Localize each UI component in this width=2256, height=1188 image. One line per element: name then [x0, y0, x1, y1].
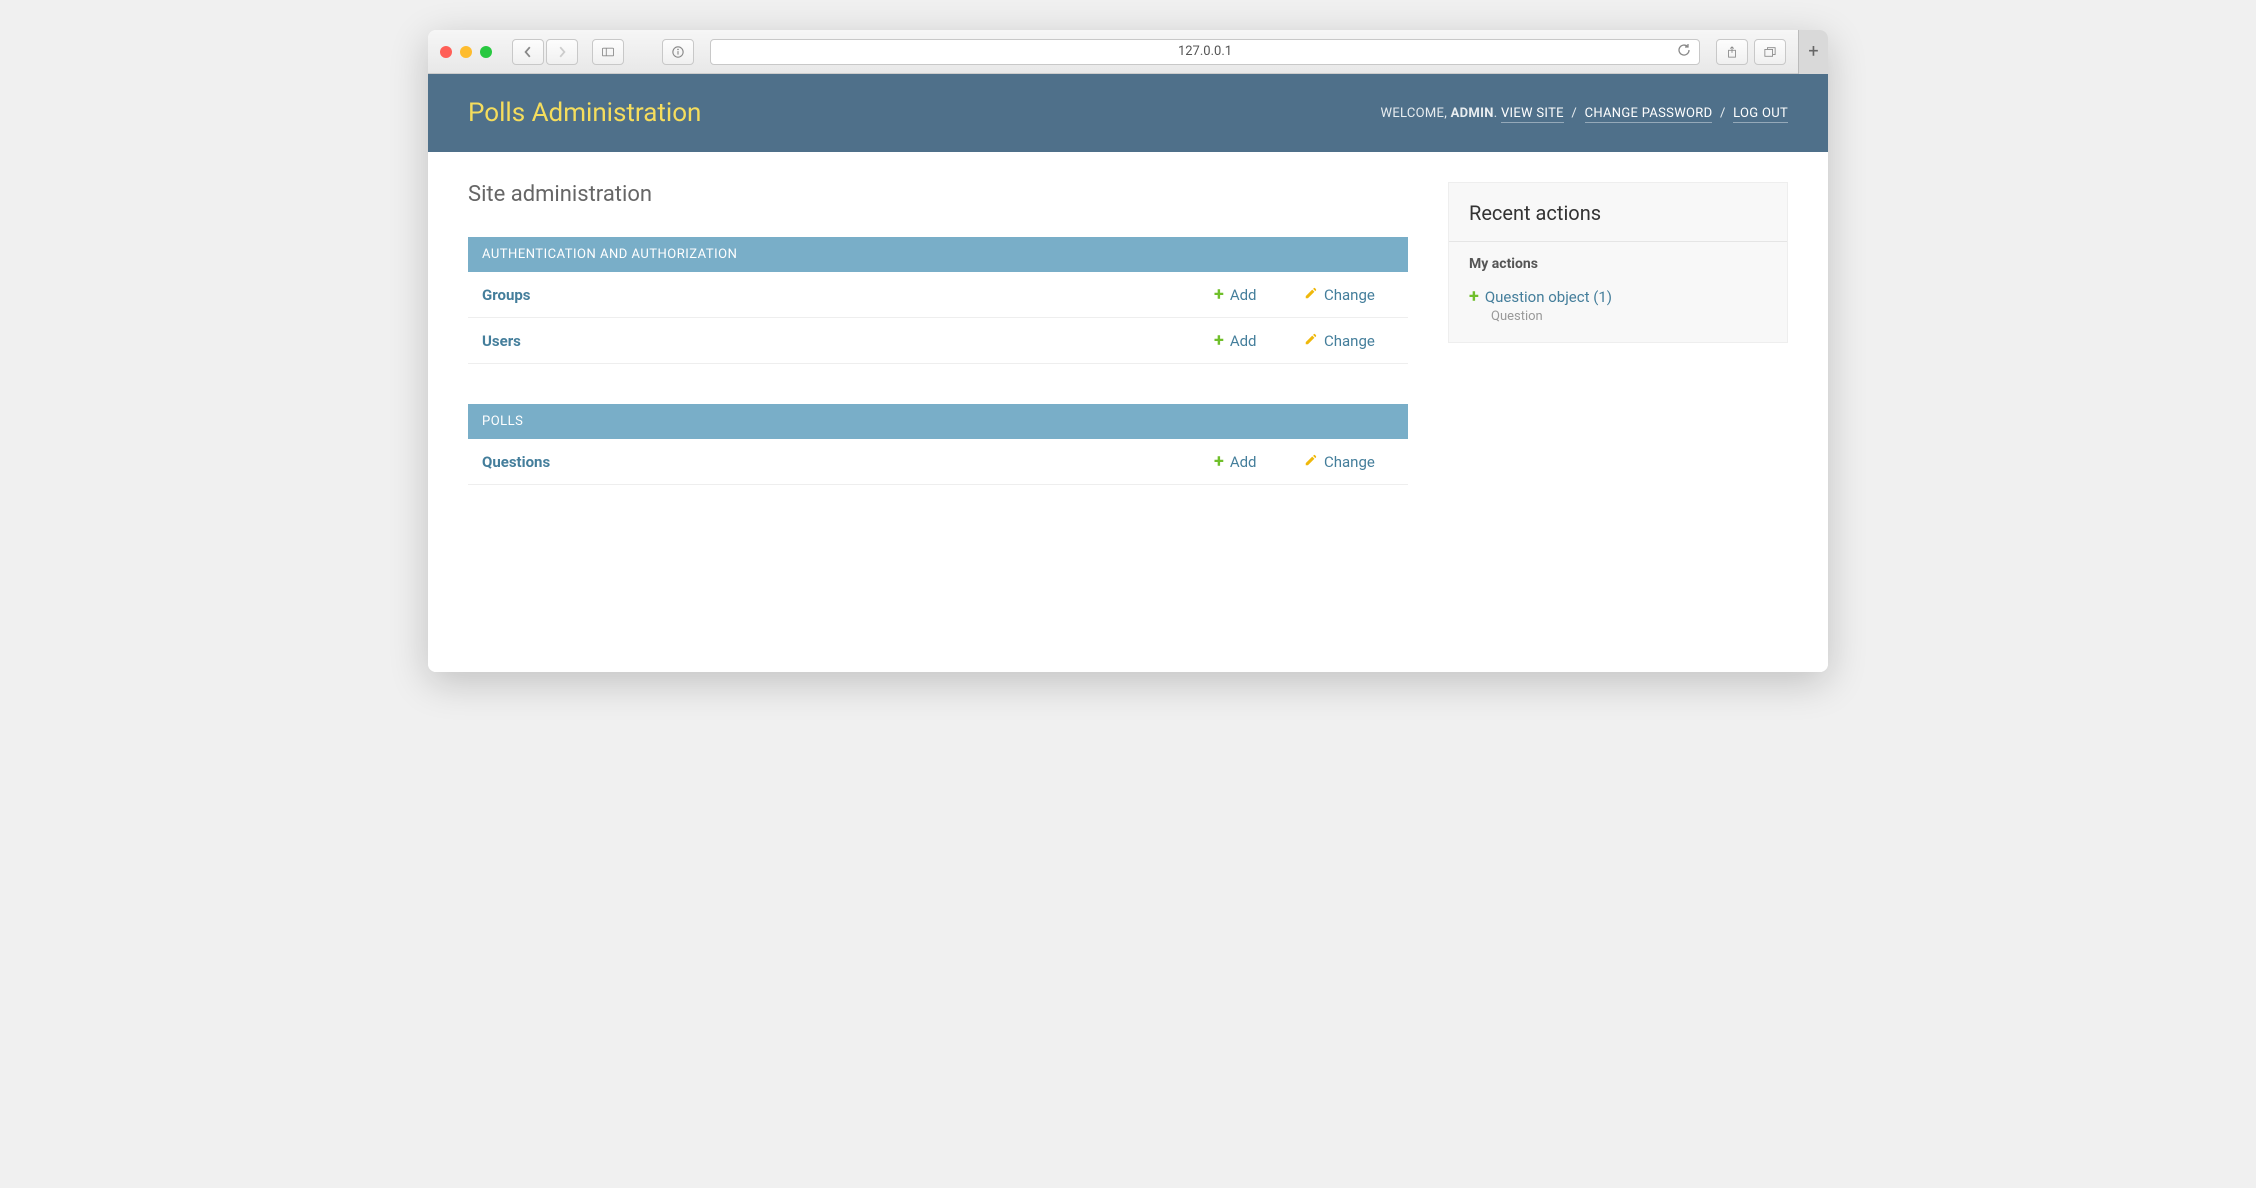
change-label: Change	[1324, 286, 1375, 304]
pencil-icon	[1304, 453, 1318, 471]
url-text: 127.0.0.1	[1178, 44, 1232, 59]
model-link[interactable]: Groups	[482, 286, 1214, 304]
main-column: Site administration AUTHENTICATION AND A…	[468, 182, 1408, 612]
separator: /	[1571, 106, 1577, 121]
module-header: AUTHENTICATION AND AUTHORIZATION	[468, 237, 1408, 272]
info-icon	[672, 46, 684, 58]
site-title[interactable]: Polls Administration	[468, 98, 701, 128]
add-link[interactable]: + Add	[1214, 451, 1304, 472]
model-row-questions: Questions + Add Change	[468, 439, 1408, 485]
sidebar-heading: Recent actions	[1449, 183, 1787, 241]
add-link[interactable]: + Add	[1214, 330, 1304, 351]
chevron-right-icon	[556, 46, 568, 58]
admin-body: Site administration AUTHENTICATION AND A…	[428, 152, 1828, 672]
change-label: Change	[1324, 453, 1375, 471]
change-link[interactable]: Change	[1304, 286, 1394, 304]
new-tab-button[interactable]: +	[1798, 30, 1828, 74]
close-window-button[interactable]	[440, 46, 452, 58]
admin-header: Polls Administration WELCOME, ADMIN. VIE…	[428, 74, 1828, 152]
model-link[interactable]: Users	[482, 332, 1214, 350]
browser-toolbar: 127.0.0.1 +	[428, 30, 1828, 74]
model-row-users: Users + Add Change	[468, 318, 1408, 364]
plus-icon: +	[1214, 330, 1224, 351]
chevron-left-icon	[522, 46, 534, 58]
model-row-groups: Groups + Add Change	[468, 272, 1408, 318]
add-link[interactable]: + Add	[1214, 284, 1304, 305]
tabs-button[interactable]	[1754, 39, 1786, 65]
sidebar-toggle-button[interactable]	[592, 39, 624, 65]
add-label: Add	[1230, 286, 1257, 304]
change-label: Change	[1324, 332, 1375, 350]
change-link[interactable]: Change	[1304, 453, 1394, 471]
page-heading: Site administration	[468, 182, 1408, 207]
change-password-link[interactable]: CHANGE PASSWORD	[1585, 106, 1713, 123]
forward-button[interactable]	[546, 39, 578, 65]
recent-action-meta: Question	[1491, 309, 1767, 324]
recent-action-item: + Question object (1) Question	[1449, 282, 1787, 342]
pencil-icon	[1304, 332, 1318, 350]
module-polls: POLLS Questions + Add Change	[468, 404, 1408, 485]
tabs-icon	[1764, 46, 1776, 58]
pencil-icon	[1304, 286, 1318, 304]
separator: /	[1720, 106, 1726, 121]
change-link[interactable]: Change	[1304, 332, 1394, 350]
module-auth: AUTHENTICATION AND AUTHORIZATION Groups …	[468, 237, 1408, 364]
share-icon	[1726, 46, 1738, 58]
sidebar-subheading: My actions	[1449, 242, 1787, 282]
browser-window: 127.0.0.1 + Polls Administration WELCOME…	[428, 30, 1828, 672]
reload-button[interactable]	[1677, 43, 1691, 61]
model-link[interactable]: Questions	[482, 453, 1214, 471]
address-bar[interactable]: 127.0.0.1	[710, 39, 1700, 65]
reload-icon	[1677, 43, 1691, 57]
window-controls	[440, 46, 492, 58]
minimize-window-button[interactable]	[460, 46, 472, 58]
plus-icon: +	[1214, 451, 1224, 472]
reader-info-button[interactable]	[662, 39, 694, 65]
username: ADMIN	[1451, 106, 1494, 121]
add-label: Add	[1230, 453, 1257, 471]
logout-link[interactable]: LOG OUT	[1733, 106, 1788, 123]
back-button[interactable]	[512, 39, 544, 65]
share-button[interactable]	[1716, 39, 1748, 65]
recent-action-link[interactable]: Question object (1)	[1485, 288, 1612, 306]
plus-icon: +	[1214, 284, 1224, 305]
view-site-link[interactable]: VIEW SITE	[1501, 106, 1564, 123]
sidebar-icon	[602, 46, 614, 58]
plus-icon: +	[1469, 286, 1479, 307]
module-header: POLLS	[468, 404, 1408, 439]
add-label: Add	[1230, 332, 1257, 350]
maximize-window-button[interactable]	[480, 46, 492, 58]
recent-actions-panel: Recent actions My actions + Question obj…	[1448, 182, 1788, 343]
welcome-text: WELCOME,	[1380, 106, 1447, 121]
user-tools: WELCOME, ADMIN. VIEW SITE / CHANGE PASSW…	[1380, 106, 1788, 121]
